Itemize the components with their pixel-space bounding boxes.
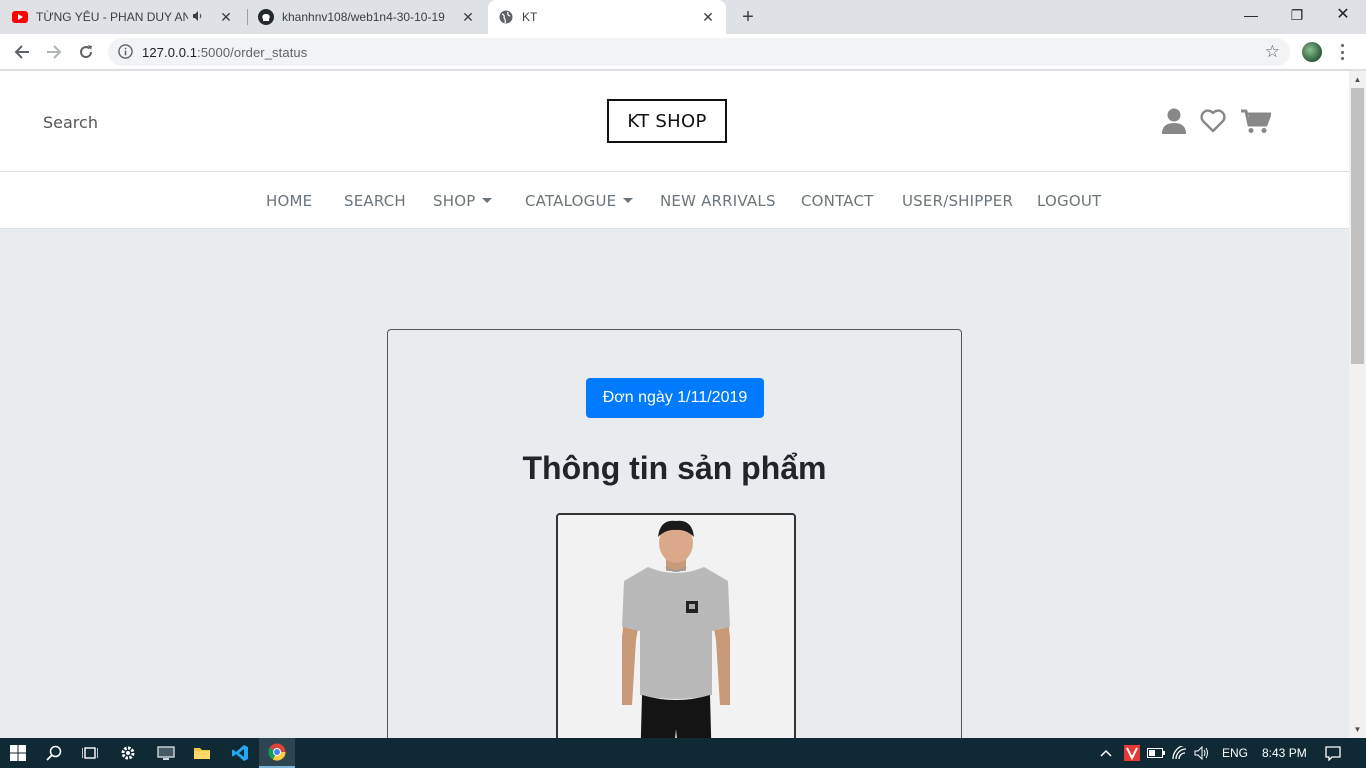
close-tab-icon[interactable]: ✕ bbox=[460, 9, 476, 25]
nav-catalogue-label: CATALOGUE bbox=[525, 192, 617, 210]
scroll-up-icon[interactable]: ▲ bbox=[1349, 71, 1366, 88]
header-search-link[interactable]: Search bbox=[43, 113, 98, 132]
caret-down-icon bbox=[482, 198, 493, 203]
address-bar[interactable]: 127.0.0.1:5000/order_status ☆ bbox=[108, 38, 1290, 66]
nav-shop-dropdown[interactable]: SHOP bbox=[433, 192, 493, 210]
nav-user-shipper[interactable]: USER/SHIPPER bbox=[902, 192, 1013, 210]
tray-chevron-up-icon[interactable] bbox=[1094, 738, 1118, 768]
tab-title: khanhnv108/web1n4-30-10-19 bbox=[282, 10, 445, 24]
nav-logout[interactable]: LOGOUT bbox=[1037, 192, 1101, 210]
product-info-heading: Thông tin sản phẩm bbox=[522, 450, 827, 486]
file-explorer-icon[interactable] bbox=[184, 738, 220, 768]
search-icon[interactable] bbox=[36, 738, 72, 768]
scroll-down-icon[interactable]: ▼ bbox=[1349, 721, 1366, 738]
url-path: :5000/order_status bbox=[197, 45, 308, 60]
nav-new-arrivals[interactable]: NEW ARRIVALS bbox=[660, 192, 776, 210]
nav-home[interactable]: HOME bbox=[266, 192, 312, 210]
new-tab-button[interactable]: + bbox=[738, 6, 758, 28]
restore-button[interactable]: ❐ bbox=[1274, 0, 1320, 30]
scroll-thumb[interactable] bbox=[1351, 88, 1364, 364]
language-indicator[interactable]: ENG bbox=[1222, 746, 1248, 760]
wifi-icon[interactable] bbox=[1168, 738, 1192, 768]
settings-gear-icon[interactable] bbox=[110, 738, 146, 768]
github-icon bbox=[258, 9, 274, 25]
close-tab-icon[interactable]: ✕ bbox=[218, 9, 234, 25]
vscode-icon[interactable] bbox=[222, 738, 258, 768]
task-view-icon[interactable] bbox=[72, 738, 108, 768]
caret-down-icon bbox=[623, 198, 634, 203]
antivirus-tray-icon[interactable] bbox=[1120, 738, 1144, 768]
tab-kt-active[interactable]: KT ✕ bbox=[488, 0, 726, 34]
tab-title: TỪNG YÊU - PHAN DUY ANH bbox=[36, 10, 188, 24]
speaker-icon[interactable] bbox=[192, 10, 204, 25]
nav-search[interactable]: SEARCH bbox=[344, 192, 406, 210]
order-card: Đơn ngày 1/11/2019 Thông tin sản phẩm bbox=[387, 329, 962, 738]
windows-taskbar: ENG 8:43 PM bbox=[0, 738, 1366, 768]
browser-tab-bar: TỪNG YÊU - PHAN DUY ANH ✕ khanhnv108/web… bbox=[0, 0, 1366, 34]
notifications-icon[interactable] bbox=[1318, 738, 1348, 768]
url-host: 127.0.0.1 bbox=[142, 45, 198, 60]
nav-contact[interactable]: CONTACT bbox=[801, 192, 874, 210]
tab-youtube[interactable]: TỪNG YÊU - PHAN DUY ANH ✕ bbox=[12, 0, 244, 34]
reload-button[interactable] bbox=[74, 40, 98, 64]
tab-separator bbox=[247, 9, 248, 25]
order-date-button[interactable]: Đơn ngày 1/11/2019 bbox=[586, 378, 764, 418]
cart-icon[interactable] bbox=[1240, 106, 1272, 136]
close-window-button[interactable]: ✕ bbox=[1320, 0, 1366, 30]
battery-icon[interactable] bbox=[1144, 738, 1168, 768]
heart-icon[interactable] bbox=[1199, 106, 1227, 136]
bookmark-star-icon[interactable]: ☆ bbox=[1265, 43, 1280, 61]
chrome-taskbar-icon[interactable] bbox=[259, 738, 295, 768]
back-arrow-icon bbox=[14, 45, 29, 59]
pc-manager-icon[interactable] bbox=[148, 738, 184, 768]
browser-menu-icon[interactable] bbox=[1336, 42, 1348, 62]
page-scrollbar[interactable]: ▲ ▼ bbox=[1349, 71, 1366, 738]
minimize-button[interactable]: — bbox=[1228, 0, 1274, 30]
url-text: 127.0.0.1:5000/order_status bbox=[142, 45, 307, 60]
main-nav: HOME SEARCH SHOP CATALOGUE NEW ARRIVALS … bbox=[0, 171, 1349, 229]
globe-icon bbox=[498, 9, 514, 25]
profile-avatar[interactable] bbox=[1302, 42, 1322, 62]
site-header: Search KT SHOP bbox=[0, 71, 1349, 171]
info-icon[interactable] bbox=[118, 44, 133, 64]
youtube-icon bbox=[12, 9, 28, 25]
browser-toolbar: 127.0.0.1:5000/order_status ☆ bbox=[0, 34, 1366, 70]
windows-start-icon[interactable] bbox=[0, 738, 36, 768]
back-button[interactable] bbox=[10, 40, 34, 64]
user-icon[interactable] bbox=[1161, 106, 1187, 136]
forward-button[interactable] bbox=[42, 40, 66, 64]
nav-catalogue-dropdown[interactable]: CATALOGUE bbox=[525, 192, 634, 210]
page-viewport: Search KT SHOP HOME SEARCH SHOP CATALOGU… bbox=[0, 71, 1366, 738]
site-logo[interactable]: KT SHOP bbox=[607, 99, 727, 143]
reload-icon bbox=[80, 45, 93, 59]
forward-arrow-icon bbox=[47, 45, 62, 59]
nav-shop-label: SHOP bbox=[433, 192, 476, 210]
clock[interactable]: 8:43 PM bbox=[1262, 746, 1307, 760]
product-image[interactable] bbox=[556, 513, 796, 738]
volume-icon[interactable] bbox=[1190, 738, 1214, 768]
tshirt-model-illustration bbox=[558, 515, 794, 738]
tab-github[interactable]: khanhnv108/web1n4-30-10-19 ✕ bbox=[250, 0, 486, 34]
tab-title: KT bbox=[522, 10, 538, 24]
close-tab-icon[interactable]: ✕ bbox=[700, 9, 716, 25]
